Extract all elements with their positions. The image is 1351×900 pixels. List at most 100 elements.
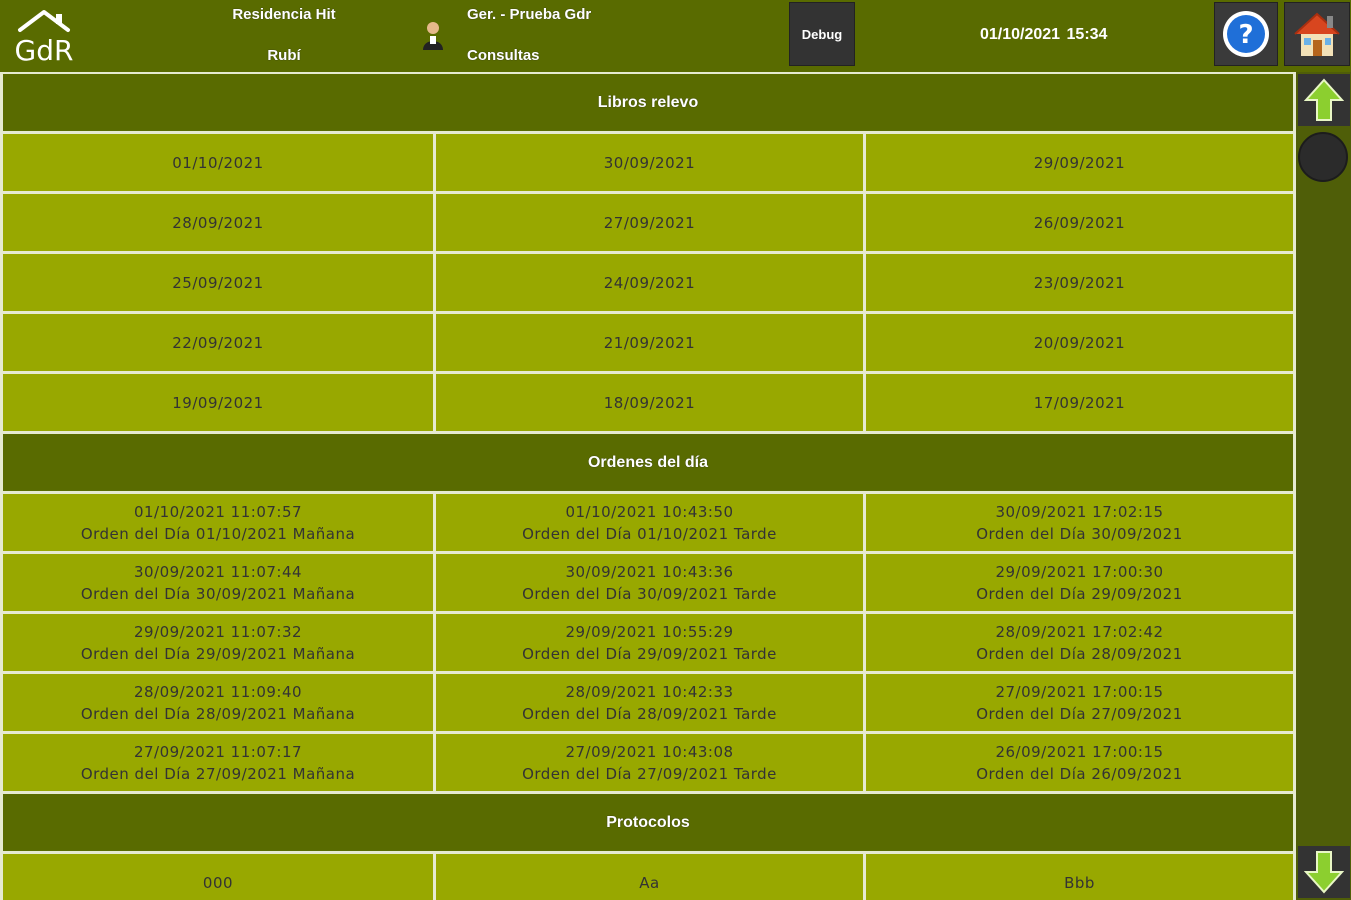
libros-item[interactable]: 01/10/2021 [3,134,433,191]
libros-item[interactable]: 17/09/2021 [866,374,1293,431]
libros-item[interactable]: 25/09/2021 [3,254,433,311]
protocolos-item-label: Bbb [1064,873,1095,892]
libros-item-label: 20/09/2021 [1033,333,1126,352]
libros-item-label: 25/09/2021 [172,273,264,292]
ordenes-item[interactable]: 30/09/2021 17:02:15 Orden del Día 30/09/2… [866,494,1293,551]
residence-city: Rubí [267,47,301,64]
libros-item-label: 29/09/2021 [1033,153,1126,172]
orden-timestamp: 30/09/2021 11:07:44 [133,562,303,581]
orden-label: Orden del Día 27/09/2021 Mañana [80,764,356,783]
scrollbar[interactable] [1296,72,1351,900]
libros-item[interactable]: 19/09/2021 [3,374,433,431]
orden-timestamp: 30/09/2021 10:43:36 [565,562,734,581]
libros-item-label: 24/09/2021 [603,273,696,292]
libros-item[interactable]: 20/09/2021 [866,314,1293,371]
ordenes-item[interactable]: 29/09/2021 17:00:30 Orden del Día 29/09/2… [866,554,1293,611]
user-name: Ger. - Prueba Gdr [467,6,592,23]
ordenes-item[interactable]: 29/09/2021 11:07:32 Orden del Día 29/09/2… [3,614,433,671]
orden-label: Orden del Día 30/09/2021 Tarde [522,584,777,603]
libros-item-label: 28/09/2021 [172,213,264,232]
gdr-logo: GdR [15,10,74,66]
orden-label: Orden del Día 28/09/2021 Mañana [80,704,356,723]
orden-timestamp: 27/09/2021 10:43:08 [565,742,734,761]
protocolos-item-label: Aa [639,873,660,892]
orden-label: Orden del Día 30/09/2021 Mañana [80,584,356,603]
section-libros-relevo-header: Libros relevo [3,74,1293,131]
current-time: 15:34 [1066,26,1108,43]
home-icon [1294,12,1340,56]
libros-item[interactable]: 27/09/2021 [436,194,863,251]
libros-item[interactable]: 29/09/2021 [866,134,1293,191]
svg-text:?: ? [1238,20,1253,50]
user-icon [423,22,443,50]
libros-item[interactable]: 21/09/2021 [436,314,863,371]
libros-item-label: 18/09/2021 [603,393,696,412]
libros-item-label: 21/09/2021 [603,333,696,352]
libros-item[interactable]: 24/09/2021 [436,254,863,311]
protocolos-item[interactable]: 000 [3,854,433,900]
user-role: Consultas [467,47,540,64]
ordenes-item[interactable]: 27/09/2021 17:00:15 Orden del Día 27/09/2… [866,674,1293,731]
ordenes-item[interactable]: 01/10/2021 11:07:57 Orden del Día 01/10/2… [3,494,433,551]
libros-item[interactable]: 30/09/2021 [436,134,863,191]
libros-item[interactable]: 18/09/2021 [436,374,863,431]
ordenes-item[interactable]: 30/09/2021 11:07:44 Orden del Día 30/09/2… [3,554,433,611]
ordenes-item[interactable]: 27/09/2021 11:07:17 Orden del Día 27/09/2… [3,734,433,791]
libros-item-label: 17/09/2021 [1033,393,1126,412]
protocolos-item[interactable]: Bbb [866,854,1293,900]
libros-item[interactable]: 28/09/2021 [3,194,433,251]
orden-timestamp: 29/09/2021 17:00:30 [995,562,1164,581]
libros-item-label: 19/09/2021 [172,393,264,412]
libros-item-label: 26/09/2021 [1033,213,1126,232]
orden-timestamp: 01/10/2021 11:07:57 [133,502,303,521]
orden-label: Orden del Día 29/09/2021 Tarde [522,644,777,663]
ordenes-item[interactable]: 28/09/2021 17:02:42 Orden del Día 28/09/2… [866,614,1293,671]
libros-item-label: 23/09/2021 [1033,273,1126,292]
orden-timestamp: 29/09/2021 11:07:32 [133,622,303,641]
orden-label: Orden del Día 27/09/2021 [976,704,1183,723]
libros-item-label: 22/09/2021 [172,333,264,352]
ordenes-item[interactable]: 26/09/2021 17:00:15 Orden del Día 26/09/2… [866,734,1293,791]
orden-timestamp: 01/10/2021 10:43:50 [565,502,734,521]
section-protocolos-header: Protocolos [3,794,1293,851]
residence-name: Residencia Hit [232,6,336,23]
protocolos-item-label: 000 [202,873,234,892]
libros-item-label: 01/10/2021 [172,153,264,172]
libros-item-label: 27/09/2021 [603,213,696,232]
libros-item[interactable]: 22/09/2021 [3,314,433,371]
logo-text: GdR [15,34,74,66]
orden-label: Orden del Día 28/09/2021 Tarde [522,704,777,723]
ordenes-item[interactable]: 01/10/2021 10:43:50 Orden del Día 01/10/2… [436,494,863,551]
ordenes-item[interactable]: 30/09/2021 10:43:36 Orden del Día 30/09/2… [436,554,863,611]
orden-timestamp: 29/09/2021 10:55:29 [565,622,734,641]
orden-timestamp: 26/09/2021 17:00:15 [995,742,1164,761]
help-button[interactable]: ? [1214,2,1278,66]
orden-label: Orden del Día 26/09/2021 [976,764,1183,783]
orden-label: Orden del Día 27/09/2021 Tarde [522,764,777,783]
orden-label: Orden del Día 30/09/2021 [976,524,1183,543]
ordenes-item[interactable]: 28/09/2021 10:42:33 Orden del Día 28/09/2… [436,674,863,731]
orden-label: Orden del Día 28/09/2021 [976,644,1183,663]
top-bar: GdR Residencia Hit Rubí Ger. - Prueba Gd… [0,0,1351,72]
orden-timestamp: 30/09/2021 17:02:15 [995,502,1164,521]
scroll-thumb[interactable] [1298,132,1348,182]
content-list[interactable]: Libros relevo 01/10/2021 30/09/2021 29/09/2… [0,72,1296,900]
ordenes-item[interactable]: 28/09/2021 11:09:40 Orden del Día 28/09/2… [3,674,433,731]
ordenes-item[interactable]: 27/09/2021 10:43:08 Orden del Día 27/09/2… [436,734,863,791]
orden-label: Orden del Día 01/10/2021 Tarde [522,524,777,543]
libros-item-label: 30/09/2021 [603,153,696,172]
scroll-up-button[interactable] [1298,74,1350,126]
orden-label: Orden del Día 01/10/2021 Mañana [80,524,356,543]
ordenes-item[interactable]: 29/09/2021 10:55:29 Orden del Día 29/09/2… [436,614,863,671]
orden-timestamp: 28/09/2021 10:42:33 [565,682,734,701]
libros-item[interactable]: 26/09/2021 [866,194,1293,251]
arrow-up-icon [1304,78,1344,121]
orden-timestamp: 28/09/2021 17:02:42 [995,622,1164,641]
home-button[interactable] [1284,2,1350,66]
libros-item[interactable]: 23/09/2021 [866,254,1293,311]
scroll-down-button[interactable] [1298,846,1350,898]
protocolos-item[interactable]: Aa [436,854,863,900]
datetime: 01/10/2021 15:34 [980,26,1107,44]
orden-label: Orden del Día 29/09/2021 [976,584,1183,603]
debug-button[interactable]: Debug [789,2,855,66]
